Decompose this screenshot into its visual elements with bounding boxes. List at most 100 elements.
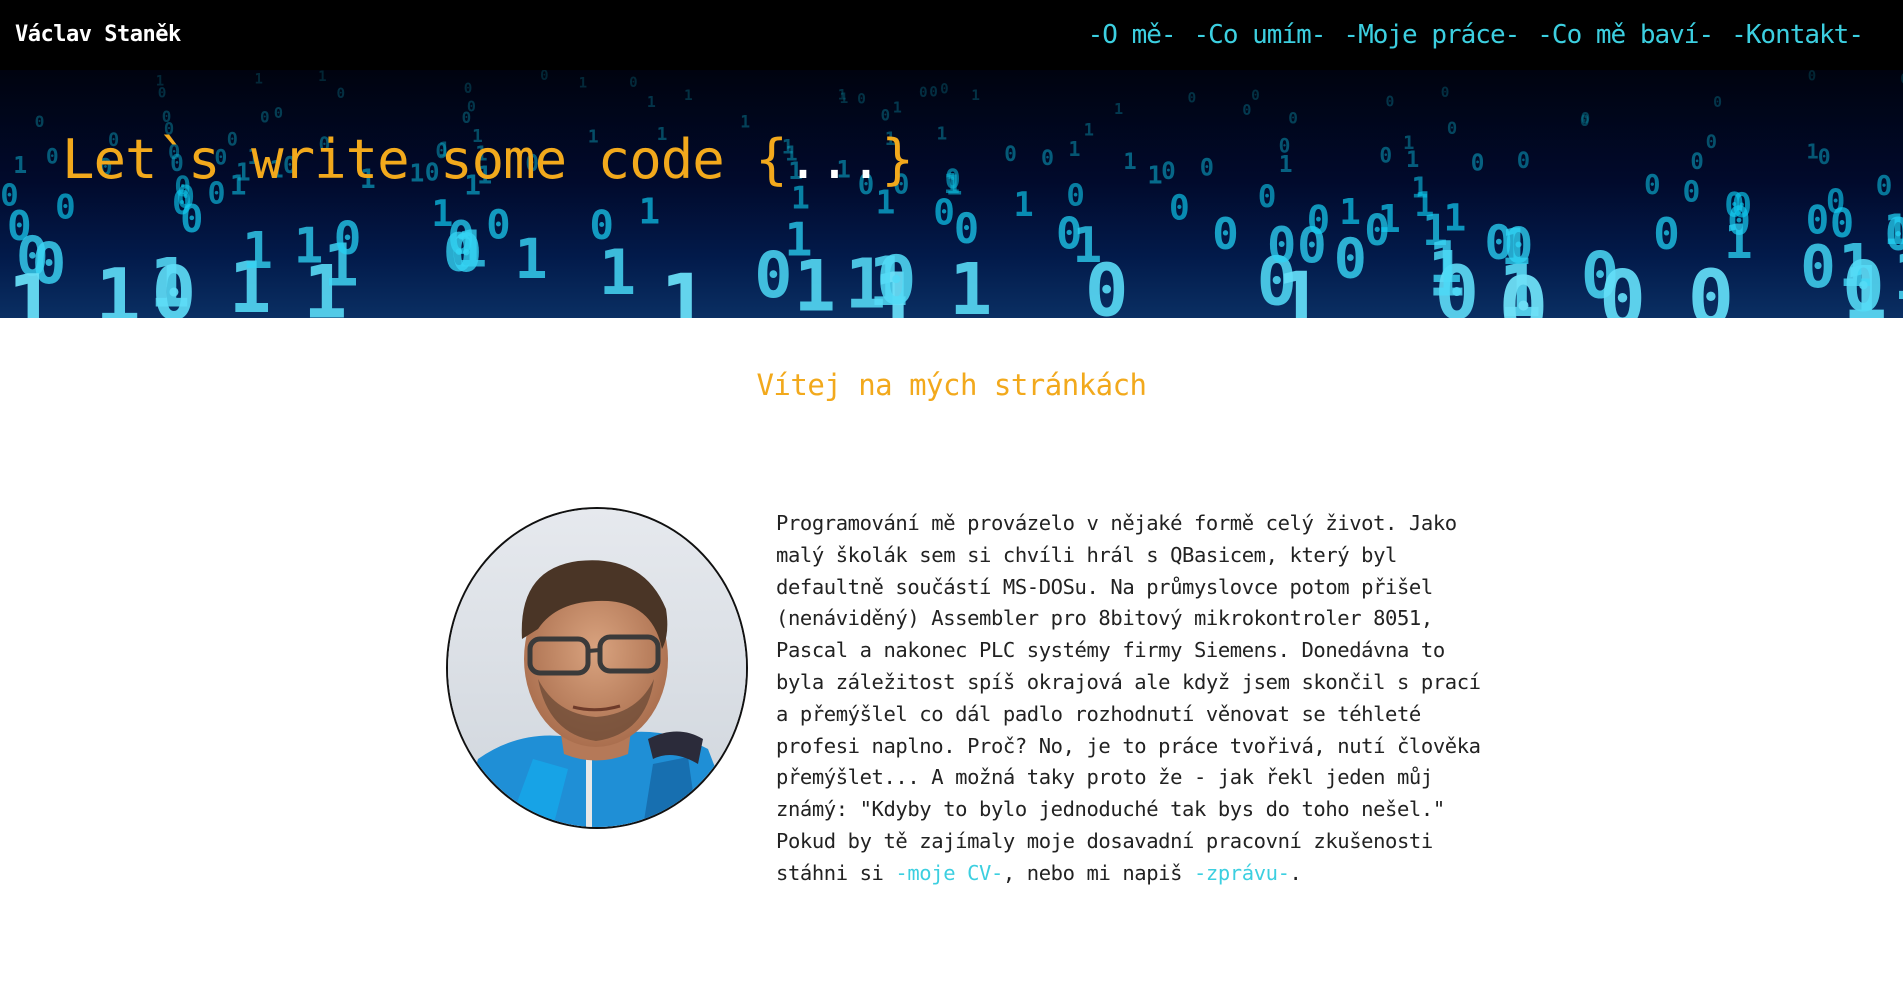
binary-digit: 0 [1808,70,1816,85]
bio-line: defaultně součástí MS-DOSu. Na průmyslov… [776,574,1433,599]
binary-digit: 1 [838,88,847,104]
binary-digit: 0 [1258,179,1277,215]
binary-digit: 0 [540,70,548,84]
bio-line: známý: "Kdyby to bylo jednoduché tak bys… [776,797,1445,822]
message-link[interactable]: -zprávu- [1194,861,1290,885]
bio-line: byla záležitost spíš okrajová ale když j… [776,669,1481,694]
binary-digit: 1 [971,88,980,104]
binary-digit: 0 [1242,101,1251,119]
binary-digit: 0 [1653,209,1680,260]
binary-digit: 0 [334,211,362,265]
binary-digit: 0 [1580,111,1590,130]
binary-digit: 0 [462,108,472,127]
binary-digit: 0 [1599,255,1646,318]
binary-digit: 1 [579,76,588,92]
profile-photo-icon [446,507,748,829]
binary-digit: 0 [1251,88,1260,104]
bio-text: Programování mě provázelo v nějaké formě… [776,508,1516,890]
binary-digit: 1 [1806,139,1818,163]
welcome-heading: Vítej na mých stránkách [756,368,1147,402]
nav-link-skills[interactable]: -Co umím- [1194,20,1327,50]
binary-digit: 1 [684,88,693,104]
nav-link-work[interactable]: -Moje práce- [1343,20,1520,50]
binary-digit: 1 [1073,217,1102,274]
binary-digit: 1 [949,248,992,318]
top-bar: Václav Staněk -O mě- -Co umím- -Moje prá… [0,0,1903,70]
binary-digit: 1 [7,258,56,318]
binary-digit: 1 [1068,137,1080,161]
binary-digit: 0 [7,202,32,250]
bio-line: profesi naplno. Proč? No, je to práce tv… [776,733,1481,758]
binary-digit: 0 [857,90,866,107]
binary-digit: 1 [1893,240,1903,315]
binary-digit: 1 [255,71,263,87]
binary-digit: 0 [754,238,792,312]
portrait-illustration [448,509,746,827]
binary-digit: 1 [1414,185,1434,224]
bio-line: Pokud by tě zajímaly moje dosavadní prac… [776,828,1433,853]
binary-digit: 1 [639,192,661,233]
binary-digit: 0 [152,251,197,318]
binary-code-background: 011100011 1000 00010010100 1 11011111101 0010… [0,70,1903,318]
binary-digit: 1 [647,94,656,111]
binary-digit: 0 [1267,218,1296,274]
binary-digit: 0 [274,104,283,122]
binary-digit: 1 [13,153,27,179]
binary-digit: 0 [1818,145,1831,170]
binary-digit: 0 [1713,94,1722,111]
binary-digit: 0 [1379,143,1392,168]
cv-download-link[interactable]: -moje CV- [895,861,1003,885]
binary-digit: 1 [431,192,453,235]
nav-link-hobbies[interactable]: -Co mě baví- [1537,20,1714,50]
binary-digit: 0 [1644,168,1661,201]
binary-digit: 0 [919,85,928,101]
binary-digit: 0 [1876,169,1893,202]
hero-brace-open: { [755,128,788,191]
binary-digit: 1 [515,227,548,291]
binary-digit: 0 [464,81,473,97]
binary-digit: 0 [1169,188,1190,228]
bio-text-after: . [1289,860,1302,885]
binary-digit: 1 [1339,192,1361,233]
hero-title: Let`s write some code {...} [62,128,914,191]
binary-digit: 1 [318,70,326,85]
binary-digit: 0 [1706,131,1717,153]
binary-digit: 0 [1842,247,1884,319]
binary-digit: 1 [1501,218,1531,276]
binary-digit: 0 [1004,142,1017,166]
bio-text-middle: , nebo mi napiš [1002,860,1194,885]
binary-digit: 1 [1014,185,1034,224]
nav-link-contact[interactable]: -Kontakt- [1731,20,1864,50]
binary-digit: 1 [937,124,948,144]
binary-digit: 0 [1188,90,1197,106]
main-nav: -O mě- -Co umím- -Moje práce- -Co mě bav… [1088,20,1864,50]
binary-digit: 0 [1334,227,1367,291]
binary-digit: 1 [1406,148,1419,173]
binary-digit: 0 [1441,85,1450,101]
binary-digit: 0 [1041,146,1054,171]
binary-digit: 0 [35,112,45,131]
binary-digit: 0 [629,75,638,91]
bio-line-last: stáhni si -moje CV-, nebo mi napiš -zprá… [776,858,1516,890]
bio-line: Programování mě provázelo v nějaké formě… [776,511,1457,535]
binary-digit: 0 [180,197,203,242]
binary-digit: 0 [1471,151,1485,177]
binary-digit: 0 [954,204,979,253]
binary-digit: 1 [946,168,963,201]
binary-digit: 0 [55,188,76,228]
bio-line: (nenáviděný) Assembler pro 8bitový mikro… [776,606,1433,631]
site-brand[interactable]: Václav Staněk [15,22,181,47]
bio-line: Pascal a nakonec PLC systémy firmy Sieme… [776,638,1445,663]
binary-digit: 0 [881,105,890,124]
binary-digit: 1 [1114,100,1123,118]
binary-digit: 0 [1447,119,1457,139]
hero-dots: ... [786,128,883,191]
nav-link-about[interactable]: -O mě- [1088,20,1177,50]
binary-digit: 1 [1444,195,1467,239]
binary-digit: 0 [1806,199,1829,244]
binary-digit: 0 [46,145,59,170]
binary-digit: 1 [1378,198,1401,242]
binary-digit: 0 [1161,156,1176,185]
binary-digit: 0 [1386,94,1395,111]
binary-digit: 0 [1212,209,1239,260]
